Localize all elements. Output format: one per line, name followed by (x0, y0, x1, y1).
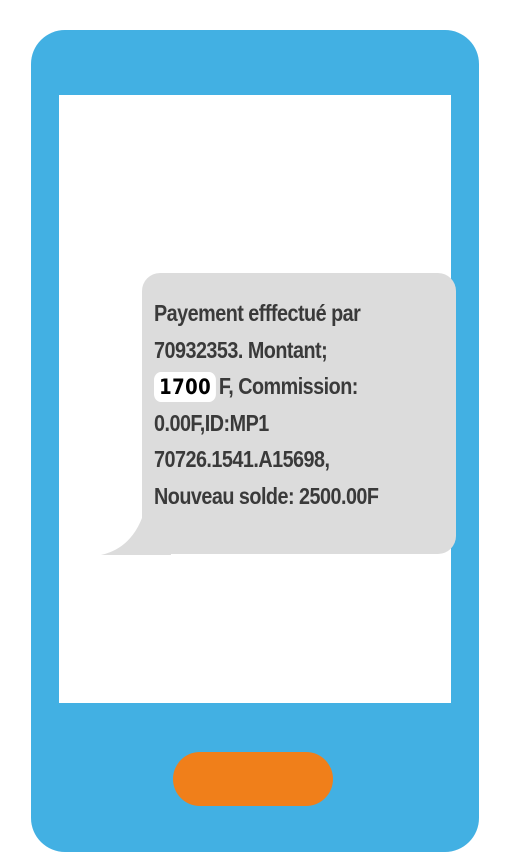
message-line-6: Nouveau solde: 2500.00F (154, 482, 379, 509)
message-line-5: 70726.1541.A15698, (154, 446, 330, 472)
message-line-3: 1700 F, Commission: (154, 368, 412, 405)
message-line-3-rest: F, Commission: (218, 373, 358, 399)
payment-amount: 1700 (154, 372, 217, 402)
message-line-2: 70932353. Montant; (154, 336, 328, 363)
phone-frame: Payement efffectué par 70932353. Montant… (31, 30, 479, 852)
message-line-4: 0.00F,ID:MP1 (154, 409, 269, 436)
phone-screen: Payement efffectué par 70932353. Montant… (59, 95, 456, 703)
sms-message-text: Payement efffectué par 70932353. Montant… (154, 295, 412, 514)
message-line-1: Payement efffectué par (154, 300, 361, 326)
home-button[interactable] (173, 752, 333, 806)
